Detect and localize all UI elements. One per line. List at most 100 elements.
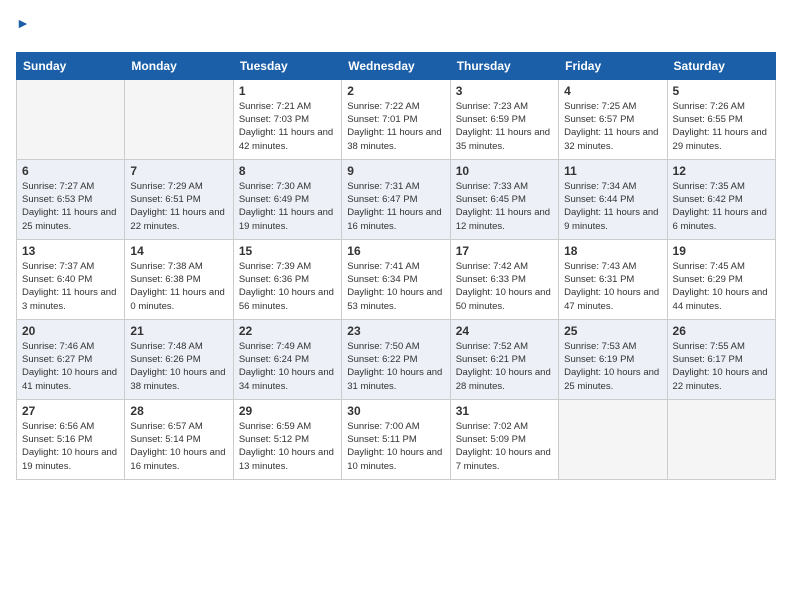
day-detail: Sunrise: 7:49 AMSunset: 6:24 PMDaylight:… bbox=[239, 340, 336, 393]
day-detail: Sunrise: 7:27 AMSunset: 6:53 PMDaylight:… bbox=[22, 180, 119, 233]
calendar-cell: 26 Sunrise: 7:55 AMSunset: 6:17 PMDayligh… bbox=[667, 319, 775, 399]
col-header-thursday: Thursday bbox=[450, 52, 558, 79]
day-number: 10 bbox=[456, 164, 553, 178]
day-number: 18 bbox=[564, 244, 661, 258]
col-header-friday: Friday bbox=[559, 52, 667, 79]
day-number: 28 bbox=[130, 404, 227, 418]
col-header-saturday: Saturday bbox=[667, 52, 775, 79]
calendar-cell: 10 Sunrise: 7:33 AMSunset: 6:45 PMDayligh… bbox=[450, 159, 558, 239]
calendar-cell: 22 Sunrise: 7:49 AMSunset: 6:24 PMDayligh… bbox=[233, 319, 341, 399]
calendar-cell: 14 Sunrise: 7:38 AMSunset: 6:38 PMDayligh… bbox=[125, 239, 233, 319]
day-detail: Sunrise: 7:30 AMSunset: 6:49 PMDaylight:… bbox=[239, 180, 336, 233]
day-detail: Sunrise: 7:43 AMSunset: 6:31 PMDaylight:… bbox=[564, 260, 661, 313]
calendar-cell: 2 Sunrise: 7:22 AMSunset: 7:01 PMDaylight… bbox=[342, 79, 450, 159]
day-detail: Sunrise: 7:31 AMSunset: 6:47 PMDaylight:… bbox=[347, 180, 444, 233]
day-number: 17 bbox=[456, 244, 553, 258]
calendar-cell: 1 Sunrise: 7:21 AMSunset: 7:03 PMDaylight… bbox=[233, 79, 341, 159]
page-header: ► bbox=[16, 16, 776, 40]
day-number: 3 bbox=[456, 84, 553, 98]
calendar-cell: 6 Sunrise: 7:27 AMSunset: 6:53 PMDaylight… bbox=[17, 159, 125, 239]
calendar-cell: 16Sunrise: 7:41 AMSunset: 6:34 PMDayligh… bbox=[342, 239, 450, 319]
day-detail: Sunrise: 7:23 AMSunset: 6:59 PMDaylight:… bbox=[456, 100, 553, 153]
day-number: 31 bbox=[456, 404, 553, 418]
day-detail: Sunrise: 7:38 AMSunset: 6:38 PMDaylight:… bbox=[130, 260, 227, 313]
calendar-cell: 20 Sunrise: 7:46 AMSunset: 6:27 PMDayligh… bbox=[17, 319, 125, 399]
col-header-wednesday: Wednesday bbox=[342, 52, 450, 79]
calendar-cell: 28 Sunrise: 6:57 AMSunset: 5:14 PMDayligh… bbox=[125, 399, 233, 479]
day-number: 26 bbox=[673, 324, 770, 338]
day-number: 22 bbox=[239, 324, 336, 338]
day-number: 24 bbox=[456, 324, 553, 338]
day-number: 5 bbox=[673, 84, 770, 98]
day-detail: Sunrise: 7:53 AMSunset: 6:19 PMDaylight:… bbox=[564, 340, 661, 393]
day-detail: Sunrise: 6:57 AMSunset: 5:14 PMDaylight:… bbox=[130, 420, 227, 473]
day-number: 23 bbox=[347, 324, 444, 338]
day-number: 27 bbox=[22, 404, 119, 418]
calendar-cell: 8 Sunrise: 7:30 AMSunset: 6:49 PMDaylight… bbox=[233, 159, 341, 239]
day-number: 2 bbox=[347, 84, 444, 98]
col-header-sunday: Sunday bbox=[17, 52, 125, 79]
day-detail: Sunrise: 7:02 AMSunset: 5:09 PMDaylight:… bbox=[456, 420, 553, 473]
col-header-tuesday: Tuesday bbox=[233, 52, 341, 79]
day-detail: Sunrise: 7:26 AMSunset: 6:55 PMDaylight:… bbox=[673, 100, 770, 153]
calendar-cell bbox=[17, 79, 125, 159]
calendar-cell bbox=[667, 399, 775, 479]
calendar-cell: 27 Sunrise: 6:56 AMSunset: 5:16 PMDayligh… bbox=[17, 399, 125, 479]
day-number: 7 bbox=[130, 164, 227, 178]
day-number: 14 bbox=[130, 244, 227, 258]
day-number: 11 bbox=[564, 164, 661, 178]
day-number: 13 bbox=[22, 244, 119, 258]
day-number: 30 bbox=[347, 404, 444, 418]
day-detail: Sunrise: 7:37 AMSunset: 6:40 PMDaylight:… bbox=[22, 260, 119, 313]
day-detail: Sunrise: 7:45 AMSunset: 6:29 PMDaylight:… bbox=[673, 260, 770, 313]
calendar-cell: 3 Sunrise: 7:23 AMSunset: 6:59 PMDaylight… bbox=[450, 79, 558, 159]
calendar-cell: 31 Sunrise: 7:02 AMSunset: 5:09 PMDayligh… bbox=[450, 399, 558, 479]
day-detail: Sunrise: 6:56 AMSunset: 5:16 PMDaylight:… bbox=[22, 420, 119, 473]
day-detail: Sunrise: 7:29 AMSunset: 6:51 PMDaylight:… bbox=[130, 180, 227, 233]
day-detail: Sunrise: 7:48 AMSunset: 6:26 PMDaylight:… bbox=[130, 340, 227, 393]
calendar-cell: 17 Sunrise: 7:42 AMSunset: 6:33 PMDayligh… bbox=[450, 239, 558, 319]
logo: ► bbox=[16, 16, 30, 40]
day-number: 29 bbox=[239, 404, 336, 418]
calendar-cell: 7 Sunrise: 7:29 AMSunset: 6:51 PMDaylight… bbox=[125, 159, 233, 239]
calendar-cell: 23 Sunrise: 7:50 AMSunset: 6:22 PMDayligh… bbox=[342, 319, 450, 399]
col-header-monday: Monday bbox=[125, 52, 233, 79]
calendar-cell: 4 Sunrise: 7:25 AMSunset: 6:57 PMDaylight… bbox=[559, 79, 667, 159]
calendar-cell bbox=[125, 79, 233, 159]
calendar-cell: 29 Sunrise: 6:59 AMSunset: 5:12 PMDayligh… bbox=[233, 399, 341, 479]
day-number: 9 bbox=[347, 164, 444, 178]
day-number: 25 bbox=[564, 324, 661, 338]
calendar-cell: 21 Sunrise: 7:48 AMSunset: 6:26 PMDayligh… bbox=[125, 319, 233, 399]
day-number: 12 bbox=[673, 164, 770, 178]
calendar-cell: 13 Sunrise: 7:37 AMSunset: 6:40 PMDayligh… bbox=[17, 239, 125, 319]
day-number: 16 bbox=[347, 244, 444, 258]
day-number: 19 bbox=[673, 244, 770, 258]
day-detail: Sunrise: 7:46 AMSunset: 6:27 PMDaylight:… bbox=[22, 340, 119, 393]
calendar-cell: 24 Sunrise: 7:52 AMSunset: 6:21 PMDayligh… bbox=[450, 319, 558, 399]
calendar-cell: 19 Sunrise: 7:45 AMSunset: 6:29 PMDayligh… bbox=[667, 239, 775, 319]
day-detail: Sunrise: 7:33 AMSunset: 6:45 PMDaylight:… bbox=[456, 180, 553, 233]
calendar-cell bbox=[559, 399, 667, 479]
day-detail: Sunrise: 7:35 AMSunset: 6:42 PMDaylight:… bbox=[673, 180, 770, 233]
calendar-cell: 9 Sunrise: 7:31 AMSunset: 6:47 PMDaylight… bbox=[342, 159, 450, 239]
day-detail: Sunrise: 6:59 AMSunset: 5:12 PMDaylight:… bbox=[239, 420, 336, 473]
day-detail: Sunrise: 7:42 AMSunset: 6:33 PMDaylight:… bbox=[456, 260, 553, 313]
calendar-cell: 30 Sunrise: 7:00 AMSunset: 5:11 PMDayligh… bbox=[342, 399, 450, 479]
day-detail: Sunrise: 7:21 AMSunset: 7:03 PMDaylight:… bbox=[239, 100, 336, 153]
day-detail: Sunrise: 7:55 AMSunset: 6:17 PMDaylight:… bbox=[673, 340, 770, 393]
calendar-cell: 15Sunrise: 7:39 AMSunset: 6:36 PMDayligh… bbox=[233, 239, 341, 319]
day-detail: Sunrise: 7:22 AMSunset: 7:01 PMDaylight:… bbox=[347, 100, 444, 153]
day-number: 4 bbox=[564, 84, 661, 98]
calendar-table: SundayMondayTuesdayWednesdayThursdayFrid… bbox=[16, 52, 776, 480]
day-number: 21 bbox=[130, 324, 227, 338]
calendar-cell: 18 Sunrise: 7:43 AMSunset: 6:31 PMDayligh… bbox=[559, 239, 667, 319]
day-detail: Sunrise: 7:52 AMSunset: 6:21 PMDaylight:… bbox=[456, 340, 553, 393]
day-number: 6 bbox=[22, 164, 119, 178]
day-detail: Sunrise: 7:50 AMSunset: 6:22 PMDaylight:… bbox=[347, 340, 444, 393]
calendar-cell: 12 Sunrise: 7:35 AMSunset: 6:42 PMDayligh… bbox=[667, 159, 775, 239]
day-detail: Sunrise: 7:00 AMSunset: 5:11 PMDaylight:… bbox=[347, 420, 444, 473]
day-number: 1 bbox=[239, 84, 336, 98]
day-number: 20 bbox=[22, 324, 119, 338]
day-detail: Sunrise: 7:25 AMSunset: 6:57 PMDaylight:… bbox=[564, 100, 661, 153]
day-number: 8 bbox=[239, 164, 336, 178]
